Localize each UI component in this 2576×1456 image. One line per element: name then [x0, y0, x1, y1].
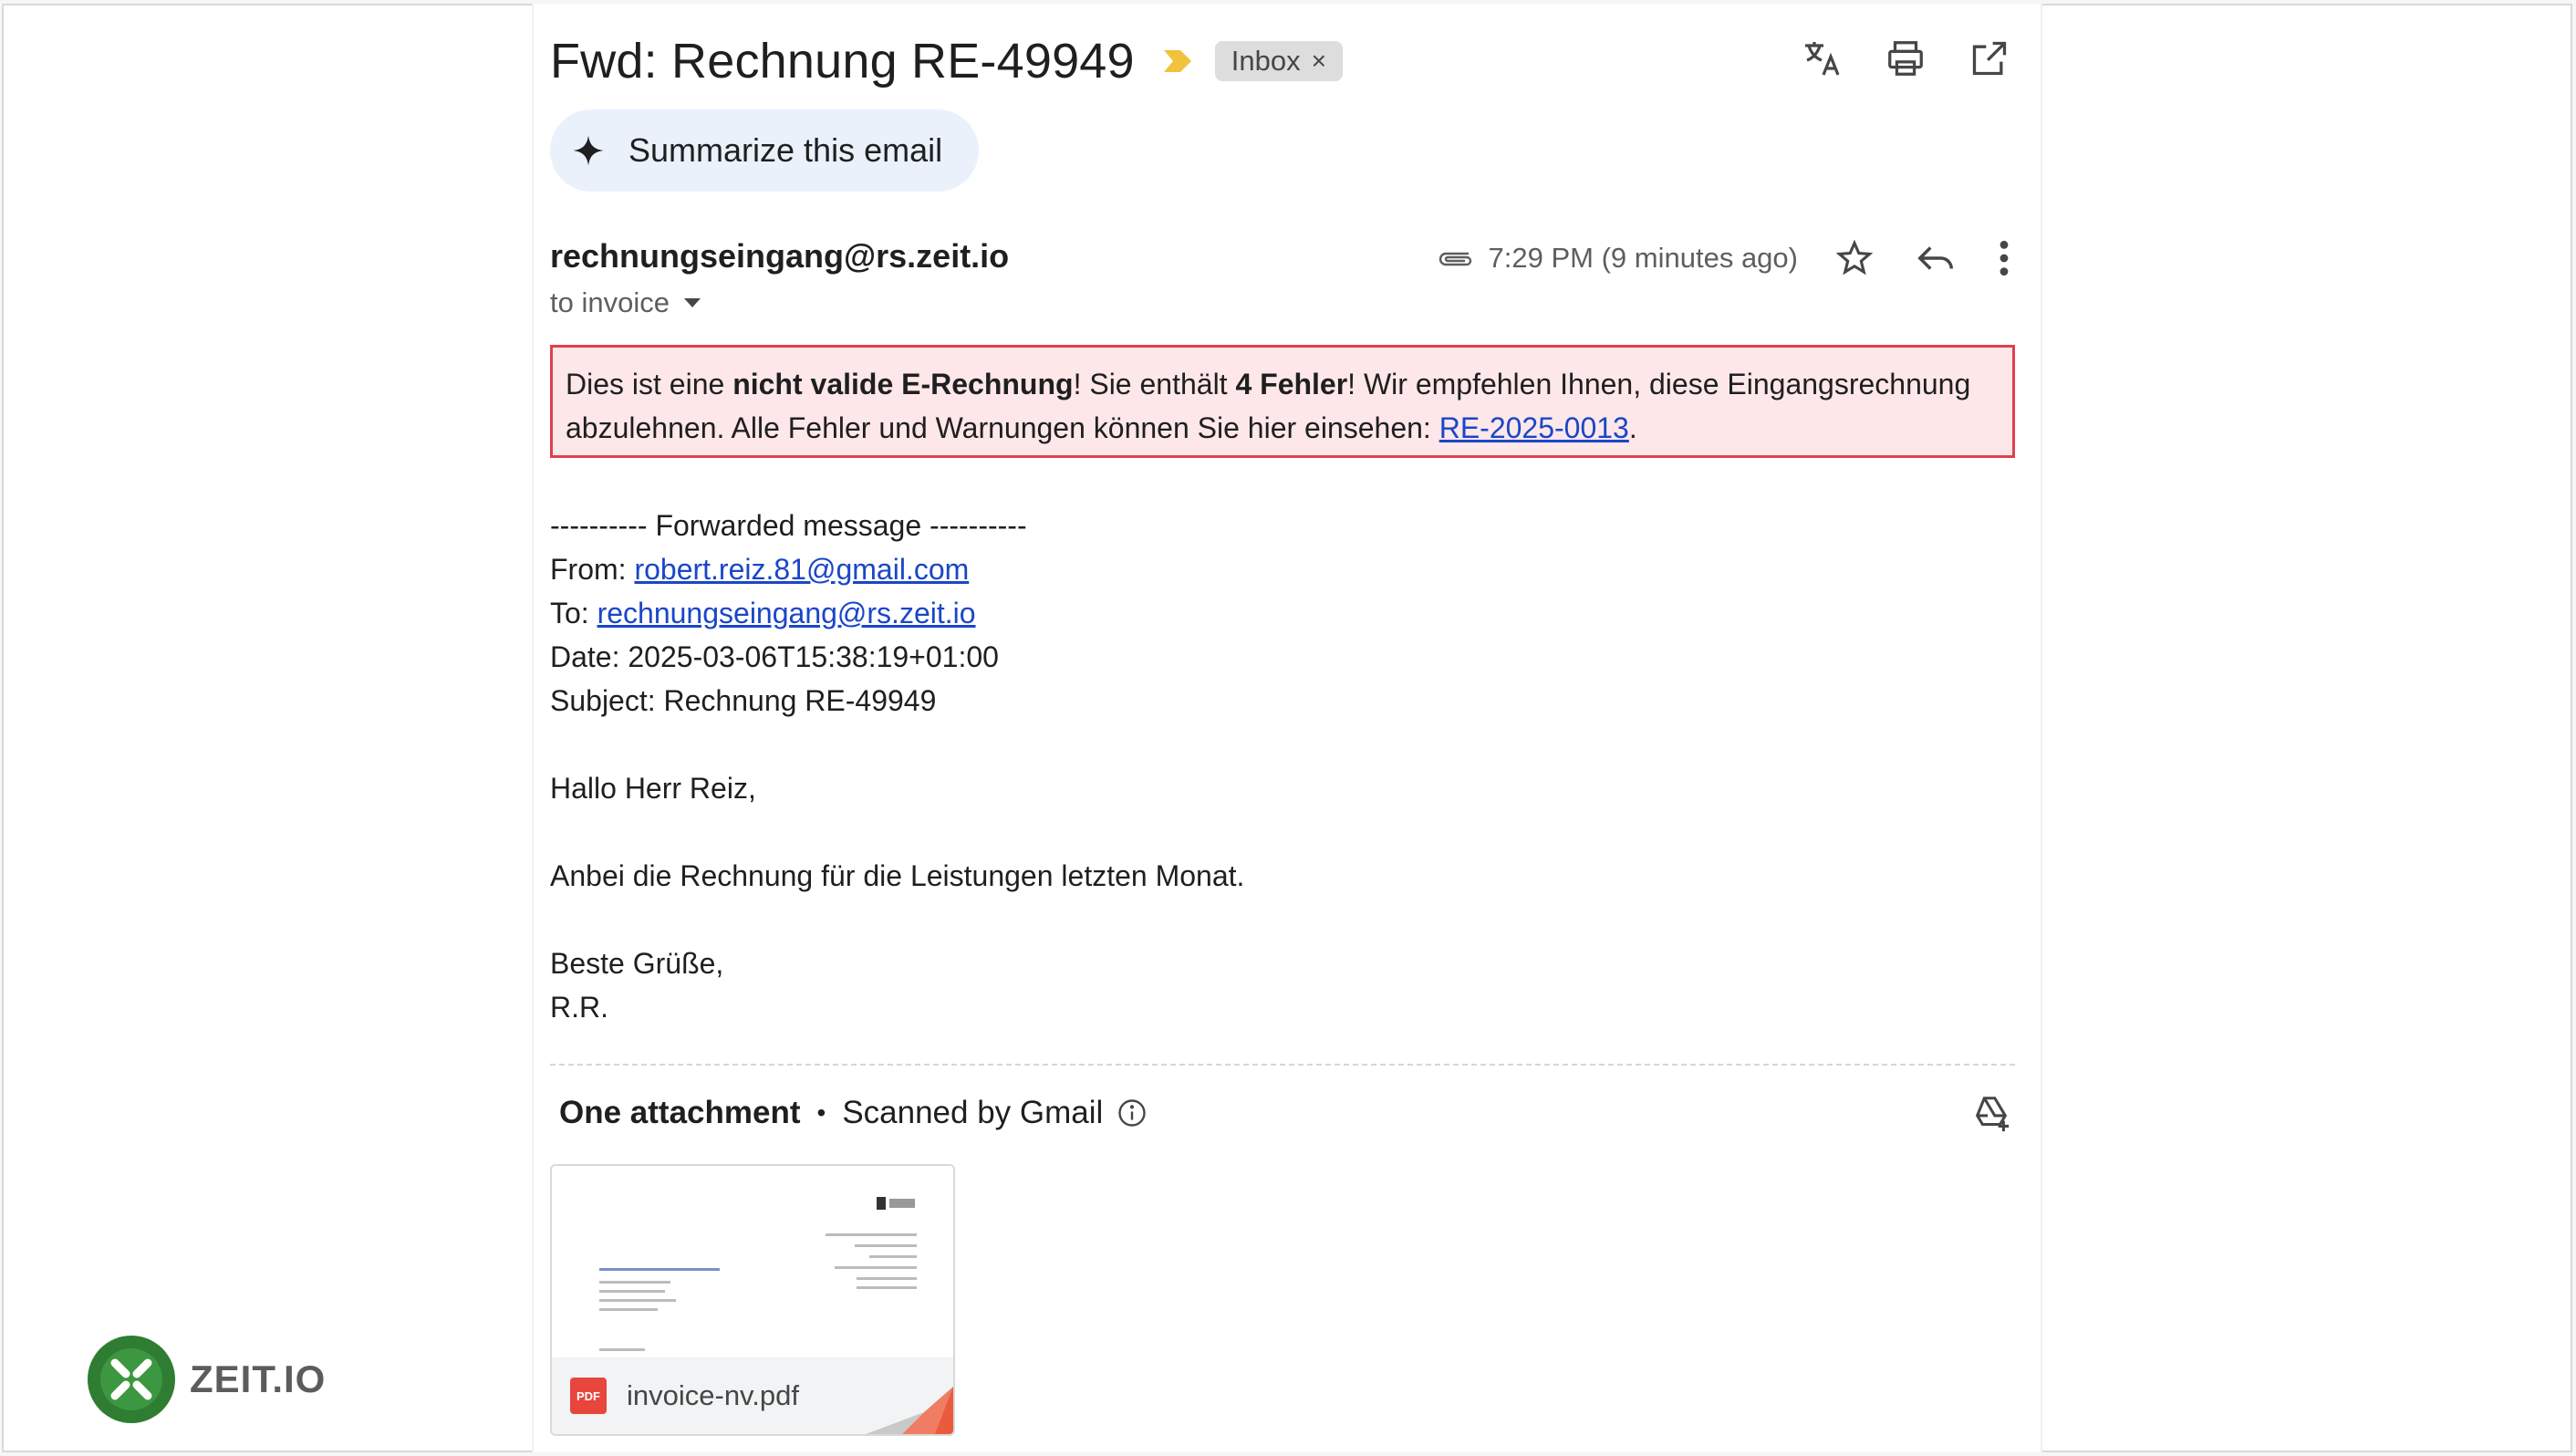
signature: R.R. — [550, 991, 608, 1024]
translate-icon — [1805, 42, 1840, 76]
inbox-label-chip: Inbox × — [1214, 41, 1343, 81]
sparkle-icon — [573, 135, 604, 166]
warning-text: Dies ist eine — [566, 368, 733, 400]
email-panel: Fwd: Rechnung RE-49949 Inbox × Summarize… — [532, 4, 2042, 1452]
attachments-divider — [550, 1064, 2015, 1066]
open-in-new-icon — [1972, 41, 2007, 76]
warning-error-count: 4 Fehler — [1235, 368, 1348, 400]
top-toolbar — [1798, 35, 2013, 82]
email-body: ---------- Forwarded message ---------- … — [550, 504, 1244, 1029]
attachment-card[interactable]: PDF invoice-nv.pdf — [550, 1164, 955, 1436]
open-new-window-button[interactable] — [1966, 35, 2013, 82]
print-icon — [1888, 41, 1923, 76]
warning-text: . — [1628, 411, 1637, 444]
forwarded-subject: Subject: Rechnung RE-49949 — [550, 684, 937, 717]
recipient-line[interactable]: to invoice — [550, 286, 702, 319]
more-vertical-icon[interactable] — [1997, 238, 2011, 278]
logo-wordmark: ZEIT.IO — [190, 1357, 327, 1400]
to-label: To: — [550, 597, 597, 629]
message-body: Anbei die Rechnung für die Leistungen le… — [550, 859, 1245, 892]
invoice-report-link[interactable]: RE-2025-0013 — [1439, 411, 1629, 444]
preview-logo-icon — [877, 1197, 915, 1210]
attachment-file-name: invoice-nv.pdf — [627, 1379, 799, 1411]
separator-dot: • — [816, 1098, 826, 1127]
scanned-by-gmail: Scanned by Gmail — [842, 1095, 1104, 1130]
reply-icon[interactable] — [1915, 237, 1957, 279]
message-time: 7:29 PM (9 minutes ago) — [1488, 242, 1798, 274]
forwarded-from: From: robert.reiz.81@gmail.com — [550, 547, 1244, 591]
greeting: Hallo Herr Reiz, — [550, 772, 756, 805]
message-meta: 7:29 PM (9 minutes ago) — [1436, 237, 2011, 279]
warning-text: ! Sie enthält — [1073, 368, 1236, 400]
pdf-file-icon: PDF — [570, 1378, 607, 1414]
warning-invalid-label: nicht valide E-Rechnung — [732, 368, 1074, 400]
star-icon[interactable] — [1834, 238, 1875, 278]
caret-down-icon[interactable] — [682, 296, 702, 309]
email-subject: Fwd: Rechnung RE-49949 — [550, 34, 1135, 88]
subject-row: Fwd: Rechnung RE-49949 Inbox × — [550, 29, 1343, 93]
info-icon[interactable] — [1116, 1097, 1148, 1129]
attachment-count: One attachment — [559, 1095, 801, 1130]
forwarded-to: To: rechnungseingang@rs.zeit.io — [550, 591, 1244, 635]
attachments-header: One attachment • Scanned by Gmail — [559, 1095, 1148, 1131]
to-email-link[interactable]: rechnungseingang@rs.zeit.io — [597, 597, 976, 629]
closing: Beste Grüße, — [550, 947, 724, 980]
pdf-preview-thumbnail — [552, 1166, 953, 1357]
add-to-drive-icon[interactable] — [1969, 1093, 2013, 1135]
summarize-email-button[interactable]: Summarize this email — [550, 109, 980, 192]
forwarded-date: Date: 2025-03-06T15:38:19+01:00 — [550, 640, 999, 673]
message-actions — [1834, 237, 2011, 279]
translate-button[interactable] — [1798, 35, 1845, 82]
zeit-io-logo: ZEIT.IO — [88, 1336, 326, 1423]
remove-label-icon[interactable]: × — [1312, 47, 1326, 76]
forwarded-header: ---------- Forwarded message ---------- — [550, 509, 1027, 542]
sender-address[interactable]: rechnungseingang@rs.zeit.io — [550, 237, 1009, 276]
recipient-text: to invoice — [550, 286, 670, 318]
print-button[interactable] — [1882, 35, 1929, 82]
from-label: From: — [550, 553, 635, 586]
from-email-link[interactable]: robert.reiz.81@gmail.com — [634, 553, 969, 586]
inbox-label-text: Inbox — [1231, 45, 1301, 77]
importance-marker-icon[interactable] — [1162, 48, 1193, 74]
invalid-invoice-warning: Dies ist eine nicht valide E-Rechnung! S… — [550, 345, 2015, 458]
zeit-logo-icon — [88, 1336, 175, 1423]
pdf-corner-fold-icon — [866, 1387, 953, 1434]
summarize-label: Summarize this email — [628, 131, 943, 169]
paperclip-icon — [1439, 252, 1471, 266]
